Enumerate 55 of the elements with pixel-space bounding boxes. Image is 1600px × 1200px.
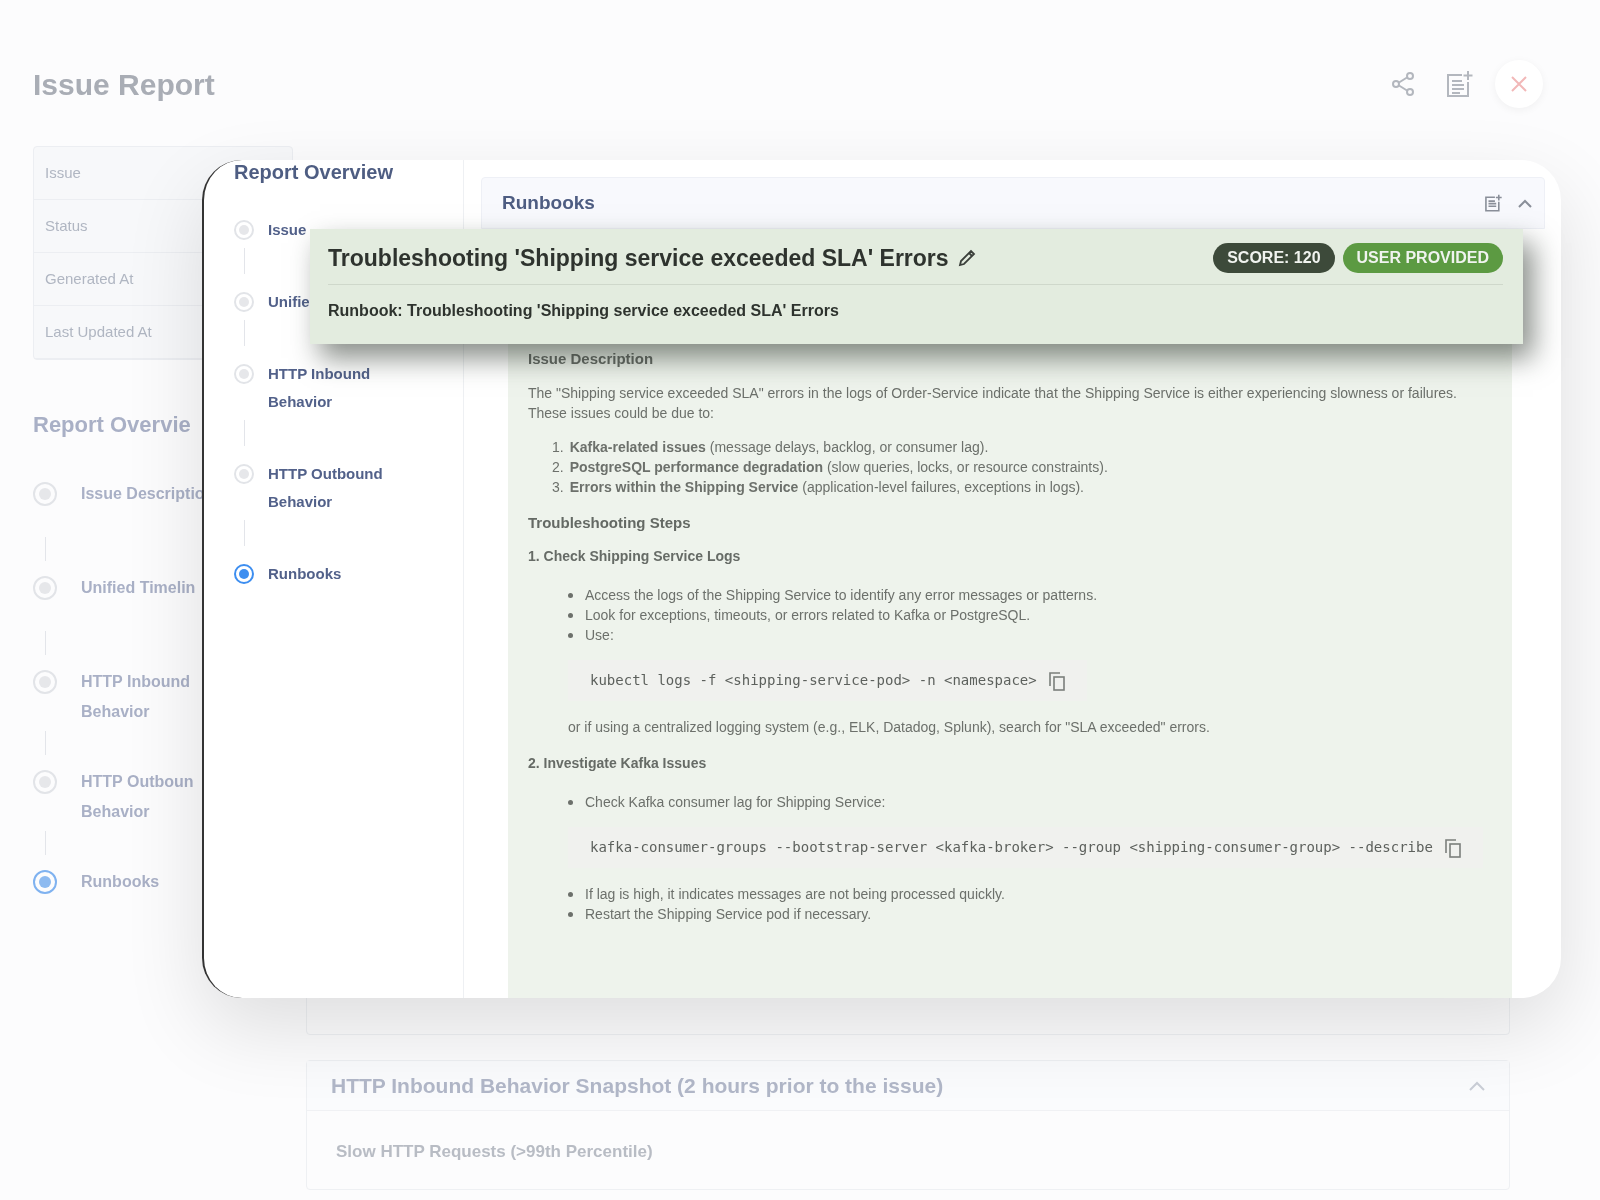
radio-button[interactable] bbox=[33, 870, 57, 894]
chevron-up-icon[interactable] bbox=[1518, 198, 1532, 208]
bullet-icon bbox=[568, 892, 573, 897]
paragraph: The "Shipping service exceeded SLA" errors in the logs of Order-Service indicate that the Shipping Service is either experiencing slowness or failures. These issues could be due to: bbox=[528, 383, 1458, 423]
nav-link[interactable]: HTTP Outbound Behavior bbox=[268, 460, 388, 516]
pencil-icon[interactable] bbox=[956, 248, 977, 269]
nav-link[interactable]: HTTP Inbound Behavior bbox=[268, 360, 388, 416]
list-item: Look for exceptions, timeouts, or errors related to Kafka or PostgreSQL. bbox=[585, 606, 1031, 625]
panel-title: Runbooks bbox=[502, 190, 595, 215]
field-label: Issue bbox=[45, 162, 81, 183]
section-title: HTTP Inbound Behavior Snapshot (2 hours prior to the issue) bbox=[331, 1072, 944, 1099]
list-item: Check Kafka consumer lag for Shipping Service: bbox=[585, 793, 886, 812]
list-item: Access the logs of the Shipping Service to identify any error messages or patterns. bbox=[585, 586, 1098, 605]
list-item: If lag is high, it indicates messages are not being processed quickly. bbox=[585, 885, 1005, 904]
note-add-icon[interactable] bbox=[1484, 194, 1502, 212]
runbook-title: Troubleshooting 'Shipping service exceeded SLA' Errors bbox=[328, 244, 949, 273]
section-title: Report Overview bbox=[234, 160, 394, 184]
section-heading: Troubleshooting Steps bbox=[528, 512, 692, 533]
badge: USER PROVIDED bbox=[1342, 243, 1503, 274]
list-number: 1. bbox=[552, 437, 564, 457]
badge: SCORE: 120 bbox=[1213, 243, 1335, 274]
nav-link[interactable]: Issue bbox=[268, 216, 307, 244]
close-button[interactable] bbox=[1495, 60, 1543, 108]
close-icon bbox=[1510, 75, 1528, 93]
note-add-icon[interactable] bbox=[1445, 70, 1473, 98]
list-number: 3. bbox=[552, 477, 564, 497]
list-number: 2. bbox=[552, 457, 564, 477]
paragraph: or if using a centralized logging system (e.g., ELK, Datadog, Splunk), search for "SLA exceeded" errors. bbox=[568, 718, 1211, 737]
list-item: PostgreSQL performance degradation (slow queries, locks, or resource constraints). bbox=[569, 457, 1108, 477]
nav-link[interactable]: Runbooks bbox=[268, 560, 342, 588]
list-item: Kafka-related issues (message delays, backlog, or consumer lag). bbox=[569, 437, 989, 457]
share-icon[interactable] bbox=[1391, 71, 1415, 97]
page-title: Issue Report bbox=[33, 66, 215, 103]
field-label: Status bbox=[45, 215, 88, 236]
bullet-icon bbox=[568, 800, 573, 805]
bullet-icon bbox=[568, 912, 573, 917]
bullet-icon bbox=[568, 613, 573, 618]
bullet-icon bbox=[568, 633, 573, 638]
field-label: Generated At bbox=[45, 268, 134, 289]
section-title: Report Overvie bbox=[33, 411, 191, 439]
nav-link[interactable]: Unifie bbox=[268, 288, 310, 316]
list-item: Use: bbox=[585, 626, 614, 645]
runbook-subtitle: Runbook: Troubleshooting 'Shipping service exceeded SLA' Errors bbox=[328, 300, 840, 321]
chevron-up-icon[interactable] bbox=[1469, 1080, 1485, 1091]
copy-icon[interactable] bbox=[1444, 839, 1461, 858]
list-item: Errors within the Shipping Service (application-level failures, exceptions in logs). bbox=[569, 477, 1084, 497]
copy-icon[interactable] bbox=[1048, 672, 1065, 691]
section-heading: Issue Description bbox=[528, 349, 655, 369]
bullet-icon bbox=[568, 593, 573, 598]
list-item: Restart the Shipping Service pod if necessary. bbox=[585, 905, 872, 924]
table-title: Slow HTTP Requests (>99th Percentile) bbox=[336, 1141, 654, 1163]
step-heading: 2. Investigate Kafka Issues bbox=[528, 754, 708, 773]
field-label: Last Updated At bbox=[45, 321, 152, 342]
step-heading: 1. Check Shipping Service Logs bbox=[528, 547, 742, 566]
radio-button[interactable] bbox=[234, 564, 254, 584]
